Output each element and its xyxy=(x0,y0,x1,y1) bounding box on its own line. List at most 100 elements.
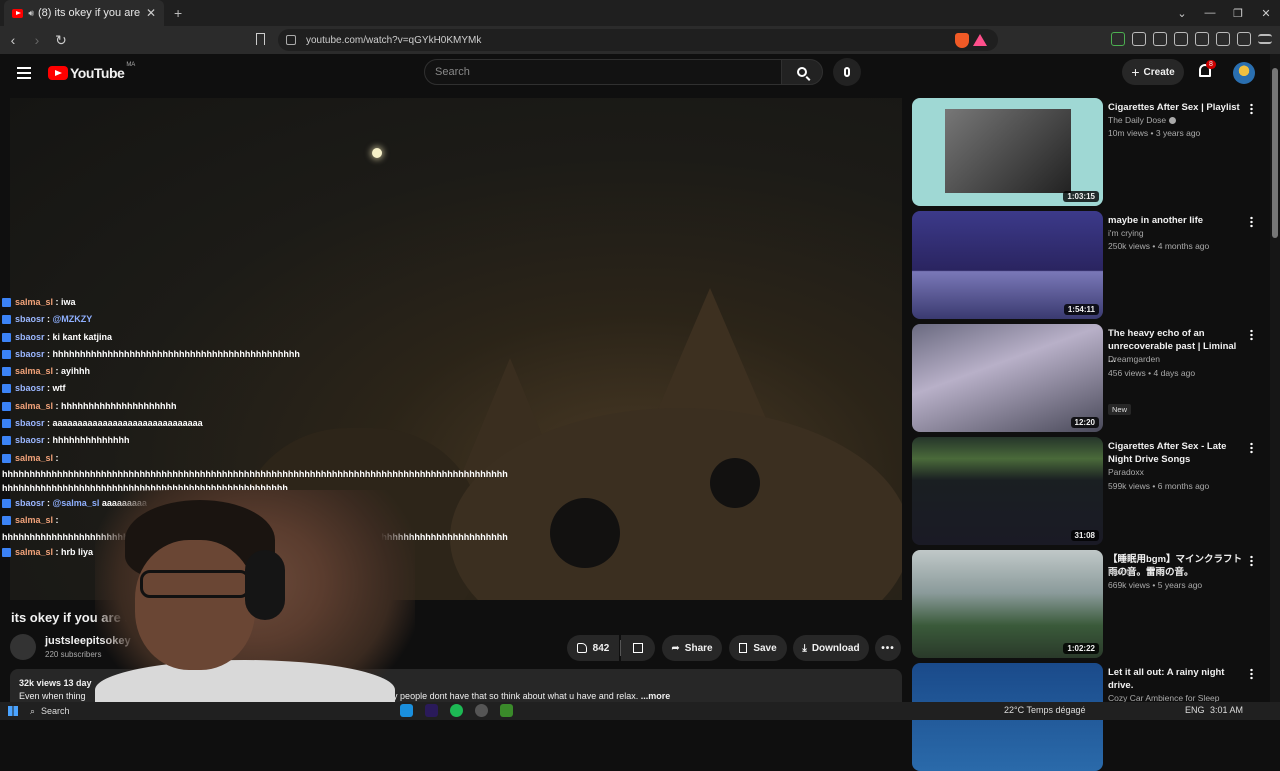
more-vert-icon[interactable] xyxy=(1250,442,1253,454)
app-icon[interactable] xyxy=(400,704,413,717)
recommendation-item[interactable]: 12:20 The heavy echo of an unrecoverable … xyxy=(912,324,1264,432)
wallet-icon[interactable] xyxy=(1195,32,1209,46)
chat-message: hrb liya xyxy=(61,546,94,557)
address-bar[interactable]: youtube.com/watch?v=qGYkH0KMYMk xyxy=(278,29,998,51)
reload-icon[interactable]: ↻ xyxy=(50,32,72,49)
new-tab-icon[interactable]: + xyxy=(174,5,182,21)
more-actions-button[interactable]: ••• xyxy=(875,635,901,661)
views-and-date: 32k views 13 day xyxy=(19,678,92,688)
recommendation-item[interactable]: 1:54:11 maybe in another life i'm crying 25… xyxy=(912,211,1264,319)
music-icon[interactable] xyxy=(1153,32,1167,46)
save-button[interactable]: Save xyxy=(729,635,787,661)
recommendation-channel[interactable]: The Daily Dose xyxy=(1108,115,1177,125)
forward-icon[interactable]: › xyxy=(26,32,48,48)
recommendation-thumbnail[interactable]: 31:08 xyxy=(912,437,1103,545)
leo-icon[interactable] xyxy=(1216,32,1230,46)
recommendation-title[interactable]: Let it all out: A rainy night drive. xyxy=(1108,666,1244,692)
chat-badge-icon xyxy=(2,384,11,394)
recommendation-title[interactable]: Cigarettes After Sex - Late Night Drive … xyxy=(1108,440,1244,466)
download-button[interactable]: ⤓ Download xyxy=(793,635,869,661)
app-icon[interactable] xyxy=(500,704,513,717)
vpn-icon[interactable] xyxy=(1237,32,1251,46)
more-vert-icon[interactable] xyxy=(1250,329,1253,341)
dislike-button[interactable] xyxy=(621,635,655,661)
site-info-icon[interactable] xyxy=(286,35,296,45)
more-vert-icon[interactable] xyxy=(1250,216,1253,228)
browser-toolbar: ‹ › ↻ youtube.com/watch?v=qGYkH0KMYMk xyxy=(0,26,1280,54)
recommendation-channel[interactable]: i'm crying xyxy=(1108,228,1144,238)
more-vert-icon[interactable] xyxy=(1250,103,1253,115)
browser-menu-icon[interactable] xyxy=(1258,34,1272,44)
chat-username: sbaosr xyxy=(15,383,45,394)
download-icon: ⤓ xyxy=(802,642,807,654)
recommendation-item[interactable]: 31:08 Cigarettes After Sex - Late Night D… xyxy=(912,437,1264,545)
like-button[interactable]: 842 xyxy=(567,635,619,661)
window-controls: ⌄ — ❐ ✕ xyxy=(1168,0,1280,26)
chat-username: salma_sl xyxy=(15,546,54,557)
share-button[interactable]: ➦ Share xyxy=(662,635,722,661)
puzzle-icon[interactable] xyxy=(1132,32,1146,46)
channel-avatar[interactable] xyxy=(10,634,36,660)
more-vert-icon[interactable] xyxy=(1250,668,1253,680)
chat-message: hhhhhhhhhhhhhhhhhhhhh xyxy=(61,400,177,411)
page-scrollbar[interactable] xyxy=(1270,54,1280,702)
recommendation-channel[interactable]: Paradoxx xyxy=(1108,467,1144,477)
chat-username: sbaosr xyxy=(15,418,45,429)
notification-badge: 8 xyxy=(1206,60,1216,69)
windows-start-icon[interactable] xyxy=(8,706,18,716)
chat-lines: salma_sl : iwa sbaosr : @MZKZY sbaosr : ki… xyxy=(2,294,402,450)
chat-mention: @salma_sl xyxy=(52,497,100,508)
save-icon xyxy=(739,643,748,653)
recommendation-thumbnail[interactable]: 12:20 xyxy=(912,324,1103,432)
youtube-logo[interactable]: YouTube MA xyxy=(48,62,135,81)
tab-list-chevron-icon[interactable]: ⌄ xyxy=(1168,7,1196,20)
chat-message: ki kant katjina xyxy=(52,331,113,342)
chat-message: iwa xyxy=(61,297,76,307)
chat-badge-icon xyxy=(2,401,11,411)
taskbar-weather[interactable]: 22°C Temps dégagé xyxy=(1004,705,1086,715)
premiere-icon[interactable] xyxy=(425,704,438,717)
recommendation-item[interactable]: 1:03:15 Cigarettes After Sex | Playlist Th… xyxy=(912,98,1264,206)
scrollbar-thumb[interactable] xyxy=(1272,68,1278,238)
more-vert-icon[interactable] xyxy=(1250,555,1253,567)
recommendation-channel[interactable]: HomU xyxy=(1108,567,1132,577)
recommendation-title[interactable]: Cigarettes After Sex | Playlist xyxy=(1108,101,1244,114)
back-icon[interactable]: ‹ xyxy=(2,32,24,48)
minimize-icon[interactable]: — xyxy=(1196,7,1224,19)
recommendation-thumbnail[interactable]: 1:02:22 xyxy=(912,550,1103,658)
recommendation-item[interactable]: 1:02:22 【睡眠用bgm】マインクラフト 雨の音。雷雨の音。 HomU 669k… xyxy=(912,550,1264,658)
window-close-icon[interactable]: ✕ xyxy=(1252,7,1280,20)
recommendation-title[interactable]: maybe in another life xyxy=(1108,214,1244,227)
chat-badge-icon xyxy=(2,436,11,446)
cat-ear-right xyxy=(650,288,770,428)
taskbar-lang[interactable]: ENG xyxy=(1185,705,1205,715)
create-button[interactable]: + Create xyxy=(1122,59,1184,85)
sidebar-icon[interactable] xyxy=(1174,32,1188,46)
restore-icon[interactable]: ❐ xyxy=(1224,7,1252,20)
recommendation-thumbnail[interactable]: 1:03:15 xyxy=(912,98,1103,206)
brave-rewards-icon[interactable] xyxy=(973,34,987,46)
taskbar-clock[interactable]: 3:01 AM xyxy=(1210,705,1243,715)
hamburger-menu-icon[interactable] xyxy=(17,67,31,79)
recommendation-meta: 10m views • 3 years ago xyxy=(1108,128,1201,138)
search-button[interactable] xyxy=(781,59,823,85)
chat-username: sbaosr xyxy=(15,348,45,359)
chat-line: sbaosr : hhhhhhhhhhhhhh xyxy=(2,432,402,449)
more-link[interactable]: ...more xyxy=(641,691,671,701)
recommendation-channel[interactable]: Dreamgarden xyxy=(1108,354,1160,364)
verified-icon xyxy=(1169,117,1177,125)
brave-shields-icon[interactable] xyxy=(955,32,969,48)
account-avatar[interactable] xyxy=(1233,62,1255,84)
bookmark-icon[interactable] xyxy=(256,33,265,45)
search-input[interactable] xyxy=(435,66,781,78)
recommendation-thumbnail[interactable]: 1:54:11 xyxy=(912,211,1103,319)
spotify-icon[interactable] xyxy=(450,704,463,717)
voice-search-button[interactable] xyxy=(833,58,861,86)
youtube-play-icon xyxy=(48,66,68,80)
extension-icon[interactable] xyxy=(1111,32,1125,46)
app-icon[interactable] xyxy=(475,704,488,717)
taskbar-search[interactable]: ⌕ Search xyxy=(30,703,120,719)
browser-tab[interactable]: 🔊︎ (8) its okey if you are stressed ✕ xyxy=(4,0,164,26)
tab-close-icon[interactable]: ✕ xyxy=(146,6,156,20)
url-text: youtube.com/watch?v=qGYkH0KMYMk xyxy=(306,34,482,46)
